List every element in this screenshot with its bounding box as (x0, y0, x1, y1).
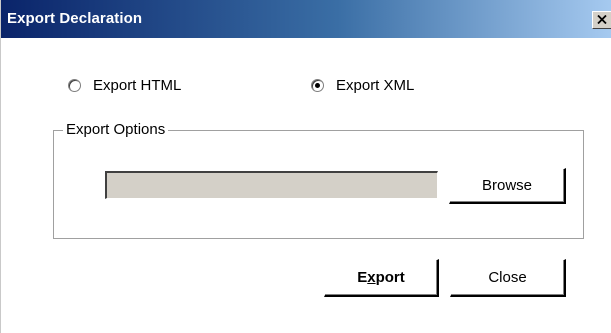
export-declaration-dialog: Export Declaration Export HTML Export XM… (0, 0, 611, 333)
browse-button[interactable]: Browse (449, 168, 566, 204)
export-label-prefix: E (357, 269, 368, 286)
radio-selected-dot (315, 83, 320, 88)
export-path-field[interactable] (105, 171, 438, 199)
export-xml-label: Export XML (336, 77, 415, 94)
title-bar[interactable]: Export Declaration (1, 0, 611, 38)
export-button[interactable]: Ex port (324, 259, 439, 297)
window-title: Export Declaration (7, 10, 143, 27)
close-icon (597, 15, 607, 24)
export-xml-radio[interactable] (311, 79, 324, 92)
export-html-label: Export HTML (93, 77, 182, 94)
export-button-label: Ex port (357, 269, 405, 286)
close-button[interactable]: Close (450, 259, 566, 297)
export-label-suffix: port (375, 269, 405, 286)
close-window-button[interactable] (592, 11, 611, 29)
export-label-mnemonic: x (367, 269, 376, 286)
export-xml-radio-option[interactable]: Export XML (311, 77, 414, 94)
export-html-radio-option[interactable]: Export HTML (68, 77, 181, 94)
export-html-radio[interactable] (68, 79, 81, 92)
export-options-legend: Export Options (63, 121, 169, 138)
